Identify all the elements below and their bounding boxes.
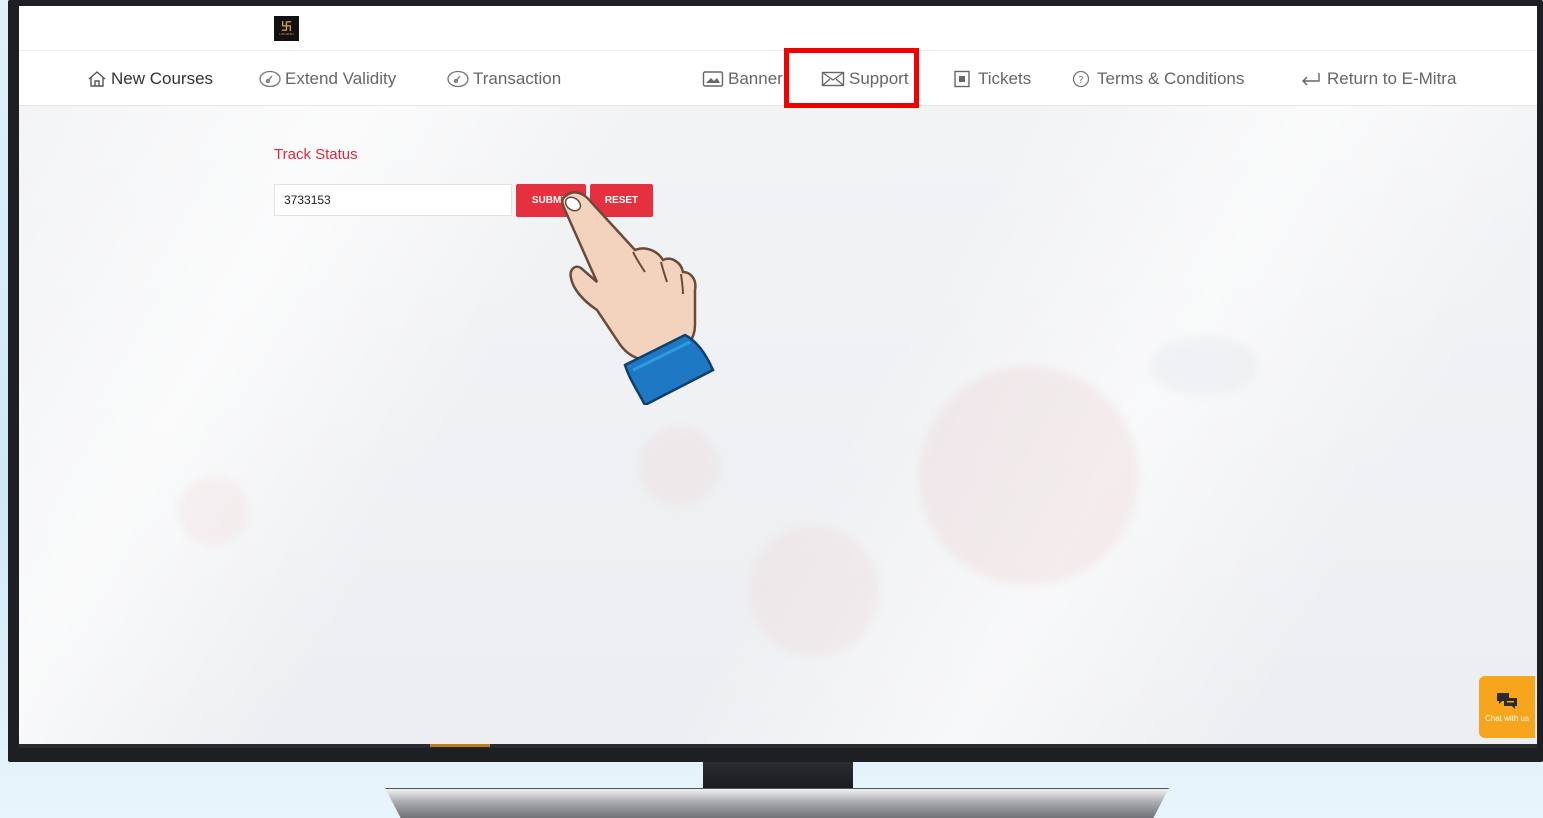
chat-label: Chat with us xyxy=(1484,713,1530,723)
map-decoration xyxy=(639,426,719,506)
chat-bubbles-icon xyxy=(1497,692,1517,709)
browser-screen: 卐 UTKARSH New Courses Extend Validity Tr… xyxy=(19,6,1537,744)
map-decoration xyxy=(179,476,249,546)
nav-new-courses[interactable]: New Courses xyxy=(87,51,213,106)
nav-return-emitra[interactable]: Return to E-Mitra xyxy=(1299,51,1456,106)
map-decoration xyxy=(749,526,879,656)
chat-widget[interactable]: Chat with us xyxy=(1479,676,1535,738)
question-circle-icon: ? xyxy=(1072,70,1090,87)
ticket-icon xyxy=(954,70,970,87)
track-status-label: Track Status xyxy=(274,146,358,163)
svg-text:?: ? xyxy=(1078,75,1083,86)
top-header: 卐 UTKARSH xyxy=(19,6,1537,51)
map-decoration xyxy=(1149,336,1259,396)
pointing-hand-icon xyxy=(545,190,745,409)
return-arrow-icon xyxy=(1302,72,1320,85)
screen-bottom-accent xyxy=(430,744,490,747)
nav-extend-validity[interactable]: Extend Validity xyxy=(259,51,396,106)
ticket-number-input[interactable] xyxy=(274,184,512,216)
logo-mark: 卐 xyxy=(281,20,292,33)
nav-label: Tickets xyxy=(978,68,1032,88)
nav-transaction[interactable]: Transaction xyxy=(447,51,561,106)
nav-label: New Courses xyxy=(111,68,214,88)
image-icon xyxy=(702,70,724,87)
map-decoration xyxy=(919,366,1139,586)
main-navbar: New Courses Extend Validity Transaction … xyxy=(19,51,1537,106)
nav-label: Transaction xyxy=(473,68,562,88)
gauge-icon xyxy=(259,70,281,87)
home-icon xyxy=(88,70,106,87)
nav-banner[interactable]: Banner xyxy=(702,51,783,106)
nav-label: Terms & Conditions xyxy=(1097,68,1245,88)
utkarsh-logo[interactable]: 卐 UTKARSH xyxy=(274,16,299,41)
tv-stand-base xyxy=(385,788,1169,818)
nav-terms-conditions[interactable]: ? Terms & Conditions xyxy=(1071,51,1244,106)
nav-tickets[interactable]: Tickets xyxy=(952,51,1031,106)
screen-bottom-edge xyxy=(19,744,1537,748)
support-highlight-box xyxy=(784,48,919,108)
nav-label: Extend Validity xyxy=(285,68,397,88)
tv-stand-neck xyxy=(703,762,853,790)
nav-label: Return to E-Mitra xyxy=(1327,68,1457,88)
nav-label: Banner xyxy=(728,68,783,88)
gauge-icon xyxy=(447,70,469,87)
logo-text: UTKARSH xyxy=(279,32,294,36)
